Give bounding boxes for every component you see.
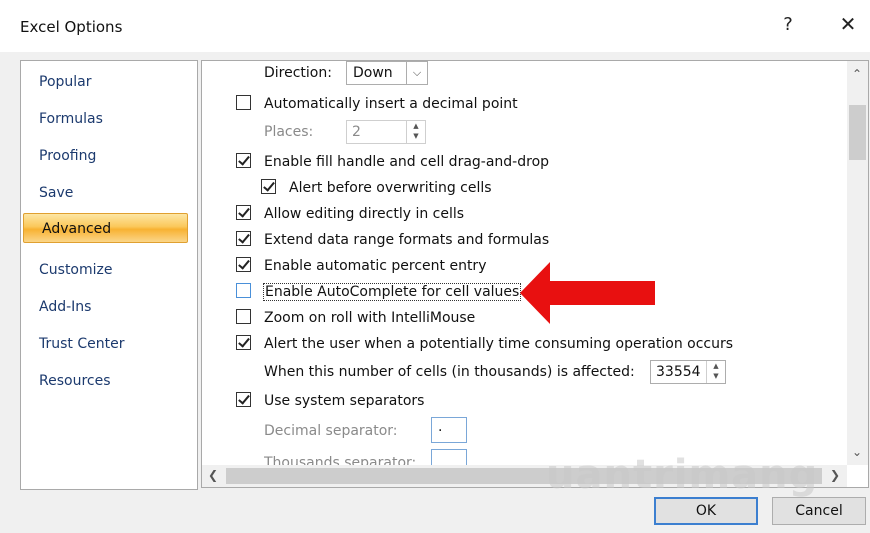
cells-affected-spinner[interactable]: 33554 ▲ ▼ [650, 360, 726, 384]
nav-item-formulas[interactable]: Formulas [21, 104, 197, 134]
nav-item-proofing[interactable]: Proofing [21, 141, 197, 171]
checkbox-percent-entry[interactable] [236, 257, 251, 272]
direction-value: Down [353, 65, 393, 81]
cells-affected-label: When this number of cells (in thousands)… [264, 364, 635, 380]
ok-button[interactable]: OK [654, 497, 758, 525]
spinner-arrows-icon[interactable]: ▲ ▼ [406, 121, 425, 143]
checkbox-alert-overwrite[interactable] [261, 179, 276, 194]
places-spinner[interactable]: 2 ▲ ▼ [346, 120, 426, 144]
checkbox-edit-in-cells[interactable] [236, 205, 251, 220]
places-value: 2 [352, 124, 361, 140]
title-bar: Excel Options ? ✕ [0, 0, 870, 52]
scroll-up-icon[interactable]: ⌃ [852, 67, 862, 81]
direction-dropdown[interactable]: Down ⌵ [346, 61, 428, 85]
checkbox-autocomplete[interactable] [236, 283, 251, 298]
option-label: Alert before overwriting cells [289, 180, 492, 196]
nav-item-customize[interactable]: Customize [21, 255, 197, 285]
option-label: Enable fill handle and cell drag-and-dro… [264, 154, 550, 170]
option-extend-formats[interactable]: Extend data range formats and formulas [236, 230, 550, 250]
option-label: Allow editing directly in cells [264, 206, 465, 222]
option-edit-in-cells[interactable]: Allow editing directly in cells [236, 204, 465, 224]
nav-item-save[interactable]: Save [21, 178, 197, 208]
option-alert-overwrite[interactable]: Alert before overwriting cells [261, 178, 492, 198]
checkbox-system-separators[interactable] [236, 392, 251, 407]
window-title: Excel Options [20, 18, 123, 36]
option-percent-entry[interactable]: Enable automatic percent entry [236, 256, 487, 276]
category-nav: Popular Formulas Proofing Save Advanced … [20, 60, 198, 490]
places-label: Places: [264, 124, 314, 140]
spinner-arrows-icon[interactable]: ▲ ▼ [706, 361, 725, 383]
checkbox-alert-time[interactable] [236, 335, 251, 350]
option-label: Enable automatic percent entry [264, 258, 487, 274]
checkbox-fill-handle[interactable] [236, 153, 251, 168]
close-button[interactable]: ✕ [833, 12, 863, 36]
option-alert-time[interactable]: Alert the user when a potentially time c… [236, 334, 734, 354]
option-decimal-point[interactable]: Automatically insert a decimal point [236, 94, 518, 114]
cells-affected-value: 33554 [656, 364, 701, 380]
annotation-arrow-icon [520, 262, 655, 324]
watermark: uantrimang [546, 452, 819, 498]
thousands-separator-input[interactable] [431, 449, 467, 465]
thousands-separator-label: Thousands separator: [264, 455, 417, 465]
checkbox-extend-formats[interactable] [236, 231, 251, 246]
cancel-button[interactable]: Cancel [772, 497, 866, 525]
direction-label: Direction: [264, 65, 332, 81]
nav-item-trust-center[interactable]: Trust Center [21, 329, 197, 359]
option-label: Automatically insert a decimal point [264, 96, 518, 112]
checkbox-zoom-roll[interactable] [236, 309, 251, 324]
option-fill-handle[interactable]: Enable fill handle and cell drag-and-dro… [236, 152, 550, 172]
option-label: Alert the user when a potentially time c… [264, 336, 734, 352]
option-system-separators[interactable]: Use system separators [236, 391, 425, 411]
scroll-right-icon[interactable]: ❯ [830, 468, 840, 482]
option-autocomplete[interactable]: Enable AutoComplete for cell values [236, 282, 522, 302]
scroll-left-icon[interactable]: ❮ [208, 468, 218, 482]
nav-item-resources[interactable]: Resources [21, 366, 197, 396]
chevron-down-icon: ⌵ [406, 62, 427, 84]
checkbox-decimal-point[interactable] [236, 95, 251, 110]
decimal-separator-label: Decimal separator: [264, 423, 398, 439]
nav-item-advanced[interactable]: Advanced [23, 213, 188, 243]
option-zoom-roll[interactable]: Zoom on roll with IntelliMouse [236, 308, 476, 328]
vertical-scrollbar[interactable]: ⌃ ⌄ [847, 61, 868, 465]
vertical-scroll-thumb[interactable] [849, 105, 866, 160]
help-button[interactable]: ? [773, 14, 803, 35]
option-label: Enable AutoComplete for cell values [262, 283, 522, 301]
option-label: Extend data range formats and formulas [264, 232, 550, 248]
nav-item-add-ins[interactable]: Add-Ins [21, 292, 197, 322]
decimal-separator-input[interactable]: . [431, 417, 467, 443]
scroll-down-icon[interactable]: ⌄ [852, 445, 862, 459]
option-label: Zoom on roll with IntelliMouse [264, 310, 476, 326]
option-label: Use system separators [264, 393, 425, 409]
nav-item-popular[interactable]: Popular [21, 67, 197, 97]
